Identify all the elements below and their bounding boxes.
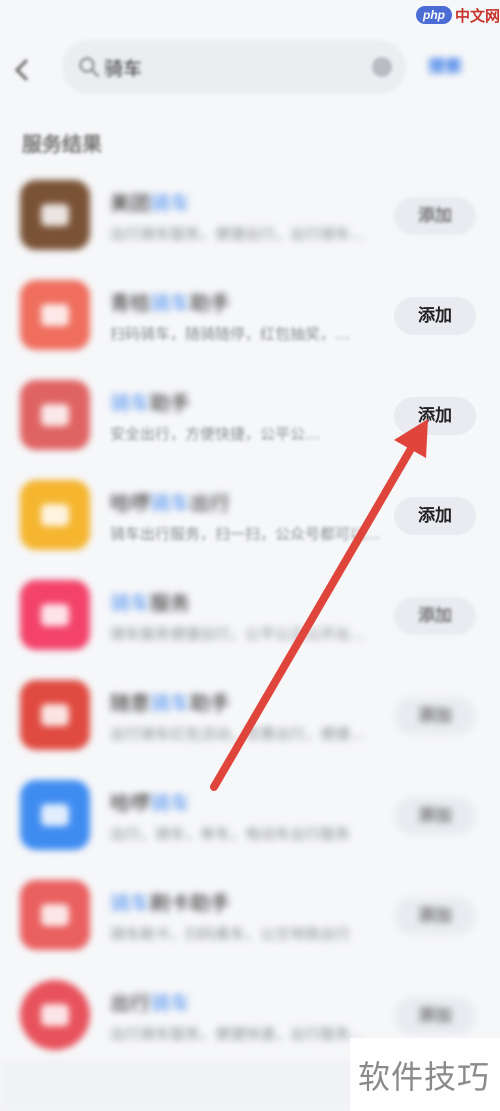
- item-title-prefix: 出行: [110, 991, 150, 1015]
- item-description: 出行骑车服务，便捷出行，出行骑车...: [110, 225, 365, 243]
- item-title: 青桔骑车助手: [110, 287, 230, 316]
- add-button[interactable]: 添加: [394, 597, 476, 635]
- search-header: 骑车 搜索: [0, 30, 500, 100]
- list-item[interactable]: 骑车助手安全出行，方便快捷，公平公… 添加: [0, 365, 500, 465]
- item-title-suffix: 服务: [150, 591, 190, 615]
- bike-app-icon: [20, 280, 90, 350]
- watermark-text: 中文网: [455, 6, 500, 25]
- card-icon: [20, 880, 90, 950]
- item-description: 出行骑车服务，便捷快速，出行服务…: [110, 1025, 366, 1043]
- item-title: 哈啰骑车: [110, 787, 190, 816]
- search-button[interactable]: 搜索: [428, 52, 462, 77]
- add-button[interactable]: 添加: [394, 897, 476, 935]
- item-title-highlight: 骑车: [110, 591, 150, 615]
- search-icon: [79, 57, 100, 78]
- add-button[interactable]: 添加: [394, 797, 476, 835]
- search-input[interactable]: 骑车: [62, 40, 406, 94]
- list-item[interactable]: 骑车刷卡助手骑车刷卡，扫码乘车，公交地铁出行 添加: [0, 865, 500, 965]
- item-description: 安全出行，方便快捷，公平公…: [110, 425, 321, 443]
- list-item[interactable]: 哈啰骑车出行骑车出行服务，扫一扫，公众号都可以… 添加: [0, 465, 500, 565]
- item-title-highlight: 骑车: [150, 191, 190, 215]
- list-item[interactable]: 哈啰骑车出行，骑车，单车，电动车出行服务 添加: [0, 765, 500, 865]
- section-title: 服务结果: [22, 132, 102, 156]
- item-title-suffix: 助手: [150, 391, 190, 415]
- watermark-badge: php: [416, 6, 452, 24]
- clear-icon[interactable]: [372, 57, 392, 77]
- item-title-highlight: 骑车: [110, 391, 150, 415]
- item-title-suffix: 刷卡助手: [150, 891, 230, 915]
- item-title-highlight: 骑车: [150, 791, 190, 815]
- item-title: 随意骑车助手: [110, 687, 230, 716]
- bike-app-icon: [20, 180, 90, 250]
- item-description: 骑车服务便捷出行，公平公正公开出行服务: [110, 625, 380, 643]
- item-title-highlight: 骑车: [150, 991, 190, 1015]
- watermark-logo: php 中文网: [416, 4, 500, 26]
- item-title: 出行骑车: [110, 987, 190, 1016]
- list-item[interactable]: 青桔骑车助手扫码骑车，随骑随停，红包抽奖，… 添加: [0, 265, 500, 365]
- item-title: 美团骑车: [110, 187, 190, 216]
- item-description: 扫码骑车，随骑随停，红包抽奖，…: [110, 325, 351, 343]
- mail-icon: [20, 980, 90, 1050]
- watermark-bottom: 软件技巧: [350, 1038, 500, 1111]
- item-title-prefix: 美团: [110, 191, 150, 215]
- item-title: 骑车助手: [110, 387, 190, 416]
- add-button[interactable]: 添加: [394, 397, 476, 435]
- bike-app-icon: [20, 380, 90, 450]
- search-query-text: 骑车: [104, 58, 143, 80]
- gift-icon: [20, 580, 90, 650]
- add-button[interactable]: 添加: [394, 197, 476, 235]
- item-description: 骑车出行服务，扫一扫，公众号都可以…: [110, 525, 380, 543]
- bike-app-icon: [20, 480, 90, 550]
- list-item[interactable]: 美团骑车出行骑车服务，便捷出行，出行骑车... 添加: [0, 165, 500, 265]
- item-title-highlight: 骑车: [150, 491, 190, 515]
- item-description: 出行，骑车，单车，电动车出行服务: [110, 825, 351, 843]
- add-button[interactable]: 添加: [394, 497, 476, 535]
- item-title-highlight: 骑车: [150, 291, 190, 315]
- item-title-prefix: 哈啰: [110, 491, 150, 515]
- item-title-suffix: 助手: [190, 291, 230, 315]
- item-title-highlight: 骑车: [110, 891, 150, 915]
- item-title-highlight: 骑车: [150, 691, 190, 715]
- item-title: 骑车服务: [110, 587, 190, 616]
- item-description: 骑车刷卡，扫码乘车，公交地铁出行: [110, 925, 351, 943]
- item-title: 骑车刷卡助手: [110, 887, 230, 916]
- item-description: 出行骑车红包活动，优惠出行，便捷…: [110, 725, 366, 743]
- item-title-prefix: 青桔: [110, 291, 150, 315]
- add-button[interactable]: 添加: [394, 997, 476, 1035]
- item-title-suffix: 助手: [190, 691, 230, 715]
- item-title-prefix: 随意: [110, 691, 150, 715]
- list-item[interactable]: 骑车服务骑车服务便捷出行，公平公正公开出行服务 添加: [0, 565, 500, 665]
- red-envelope-icon: [20, 680, 90, 750]
- add-button[interactable]: 添加: [394, 297, 476, 335]
- add-button[interactable]: 添加: [394, 697, 476, 735]
- cloud-icon: [20, 780, 90, 850]
- item-title-suffix: 出行: [190, 491, 230, 515]
- item-title-prefix: 哈啰: [110, 791, 150, 815]
- back-arrow-icon[interactable]: [8, 56, 36, 84]
- watermark-bottom-text: 软件技巧: [358, 1058, 491, 1096]
- list-item[interactable]: 随意骑车助手出行骑车红包活动，优惠出行，便捷… 添加: [0, 665, 500, 765]
- item-title: 哈啰骑车出行: [110, 487, 230, 516]
